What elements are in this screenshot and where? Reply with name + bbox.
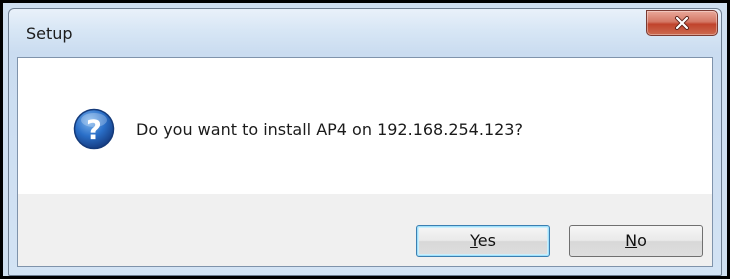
yes-button-mnemonic: Y bbox=[470, 231, 478, 250]
question-icon: ? bbox=[73, 108, 115, 150]
yes-button-label: es bbox=[477, 231, 496, 250]
close-button[interactable] bbox=[646, 10, 718, 36]
no-button[interactable]: No bbox=[569, 225, 703, 257]
setup-dialog: Setup ? Do you want to install AP4 on 19… bbox=[8, 8, 722, 276]
no-button-label: o bbox=[637, 231, 647, 250]
window-title: Setup bbox=[26, 24, 73, 43]
message-panel: ? Do you want to install AP4 on 192.168.… bbox=[18, 58, 712, 194]
title-bar[interactable]: Setup bbox=[9, 9, 721, 57]
dialog-body: ? Do you want to install AP4 on 192.168.… bbox=[17, 57, 713, 267]
close-icon bbox=[647, 11, 717, 35]
message-text: Do you want to install AP4 on 192.168.25… bbox=[136, 120, 523, 139]
no-button-mnemonic: N bbox=[625, 231, 638, 250]
yes-button[interactable]: Yes bbox=[416, 225, 550, 257]
svg-text:?: ? bbox=[86, 115, 102, 146]
screenshot-frame: Setup ? Do you want to install AP4 on 19… bbox=[0, 0, 730, 279]
